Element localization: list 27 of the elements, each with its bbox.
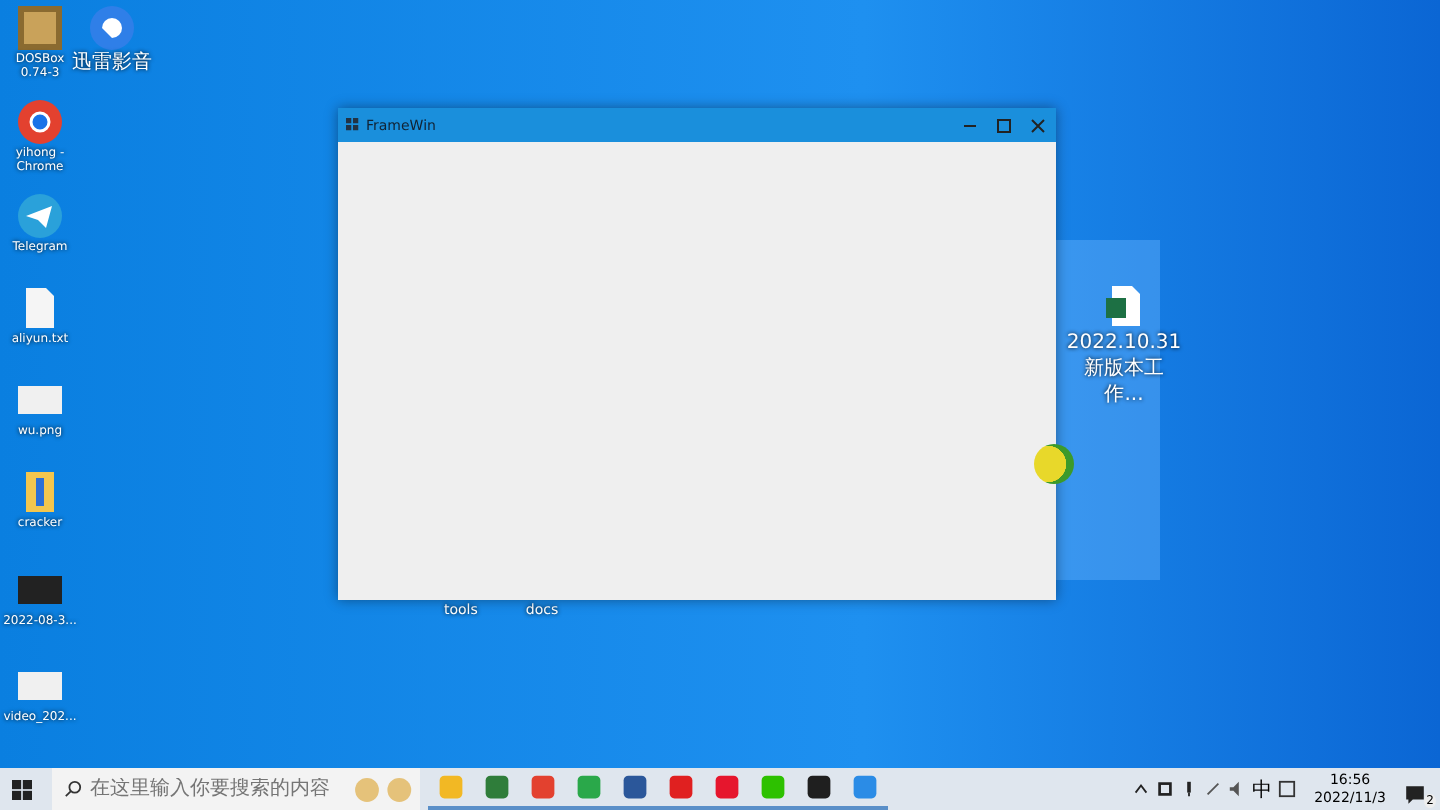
message-icon bbox=[1404, 783, 1426, 805]
input-method-indicator[interactable]: 中 bbox=[1252, 775, 1273, 803]
desktop-icon-label[interactable]: 迅雷影音 bbox=[72, 52, 152, 76]
app-shortcut-icon[interactable] bbox=[16, 192, 64, 240]
maximize-icon[interactable] bbox=[994, 115, 1014, 135]
app-icon bbox=[852, 774, 878, 800]
app-icon bbox=[484, 774, 510, 800]
app-shortcut-icon[interactable] bbox=[88, 4, 136, 52]
app-icon bbox=[530, 774, 556, 800]
network-icon[interactable] bbox=[1204, 780, 1223, 798]
app-icon bbox=[576, 774, 602, 800]
app-icon bbox=[668, 774, 694, 800]
start-icon[interactable] bbox=[12, 779, 32, 799]
app-icon bbox=[806, 774, 832, 800]
app-icon bbox=[438, 774, 464, 800]
keyboard-icon[interactable] bbox=[1278, 780, 1297, 798]
app-icon bbox=[760, 774, 786, 800]
device-icon[interactable] bbox=[1156, 780, 1175, 798]
close-icon[interactable] bbox=[1028, 115, 1048, 135]
desktop-icon-label[interactable]: 2022.10.31 新版本工作... bbox=[1066, 330, 1182, 408]
app-icon bbox=[714, 774, 740, 800]
app-icon bbox=[622, 774, 648, 800]
search-icon bbox=[64, 780, 82, 798]
caret-up-icon[interactable] bbox=[1132, 780, 1151, 798]
app-icon bbox=[346, 118, 360, 132]
cursor-highlight-icon bbox=[1034, 444, 1074, 484]
app-shortcut-icon[interactable] bbox=[16, 98, 64, 146]
